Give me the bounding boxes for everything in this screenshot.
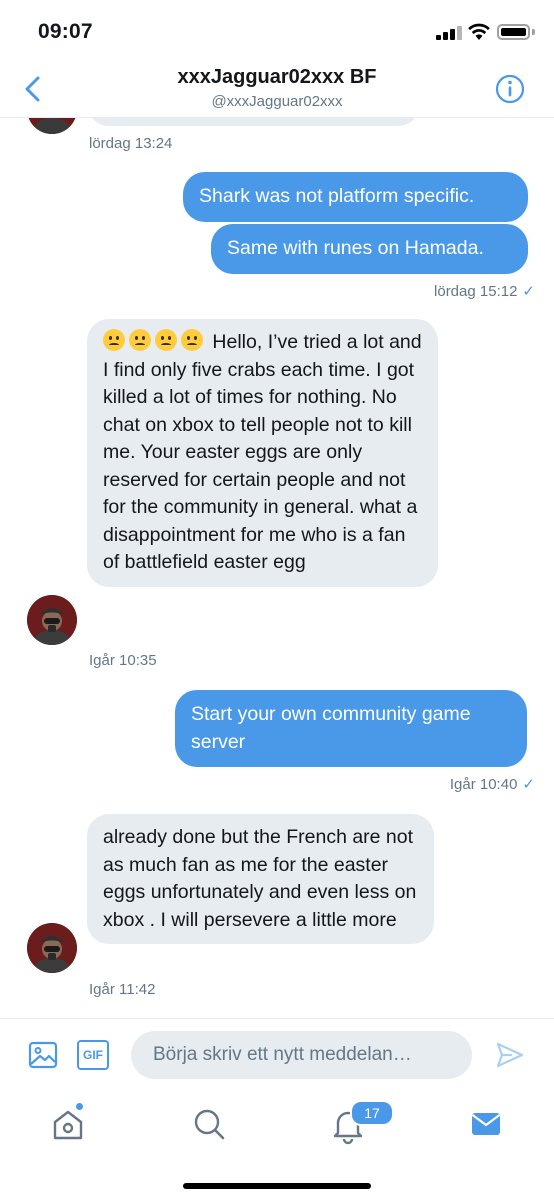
message-bubble-incoming[interactable]: Hello, I’ve tried a lot and I find only …	[87, 319, 438, 587]
battery-cap	[532, 29, 535, 35]
message-composer: GIF Börja skriv ett nytt meddelan…	[0, 1018, 554, 1090]
message-list: lördag 13:24 Shark was not platform spec…	[0, 118, 554, 1018]
status-time: 09:07	[38, 20, 93, 43]
message-timestamp: Igår 10:40 ✓	[450, 775, 535, 793]
message-bubble-incoming[interactable]	[87, 118, 420, 126]
avatar[interactable]	[27, 118, 77, 134]
message-timestamp: Igår 11:42	[89, 981, 156, 998]
tab-bar: 17	[0, 1090, 554, 1200]
info-icon[interactable]	[494, 73, 526, 105]
avatar[interactable]	[27, 923, 77, 973]
message-bubble-outgoing[interactable]: Start your own community game server	[175, 690, 527, 767]
message-bubble-outgoing[interactable]: Shark was not platform specific.	[183, 172, 528, 222]
messages-mail-icon[interactable]	[464, 1102, 508, 1146]
worried-face-emoji	[155, 329, 177, 351]
wifi-icon	[468, 23, 490, 40]
search-icon[interactable]	[187, 1102, 231, 1146]
message-timestamp: lördag 13:24	[89, 135, 173, 152]
home-indicator[interactable]	[183, 1183, 371, 1189]
timestamp-text: Igår 10:40	[449, 776, 518, 793]
avatar[interactable]	[27, 595, 77, 645]
message-text: Hello, I’ve tried a lot and I find only …	[103, 331, 422, 573]
status-bar: 09:07	[0, 0, 554, 62]
pensive-face-emoji	[181, 329, 203, 351]
confused-face-emoji	[129, 329, 151, 351]
message-input[interactable]: Börja skriv ett nytt meddelan…	[131, 1031, 472, 1079]
gif-button[interactable]: GIF	[77, 1040, 109, 1070]
battery-icon	[497, 24, 530, 40]
message-timestamp: lördag 15:12 ✓	[434, 282, 535, 300]
new-content-dot	[75, 1102, 84, 1111]
message-bubble-outgoing[interactable]: Same with runes on Hamada.	[211, 224, 528, 274]
timestamp-text: lördag 15:12	[434, 283, 518, 300]
message-bubble-incoming[interactable]: already done but the French are not as m…	[87, 814, 434, 944]
confused-face-emoji	[103, 329, 125, 351]
notifications-badge: 17	[350, 1100, 394, 1126]
gif-label: GIF	[83, 1048, 103, 1062]
message-timestamp: Igår 10:35	[89, 652, 157, 669]
read-check-icon: ✓	[522, 776, 535, 793]
conversation-handle: @xxxJagguar02xxx	[211, 93, 343, 110]
conversation-header: xxxJagguar02xxx BF @xxxJagguar02xxx	[0, 62, 554, 118]
signal-icon	[436, 26, 462, 40]
send-icon[interactable]	[495, 1040, 525, 1070]
read-check-icon: ✓	[522, 283, 535, 300]
conversation-title: xxxJagguar02xxx BF	[177, 66, 377, 88]
image-icon[interactable]	[28, 1040, 58, 1070]
